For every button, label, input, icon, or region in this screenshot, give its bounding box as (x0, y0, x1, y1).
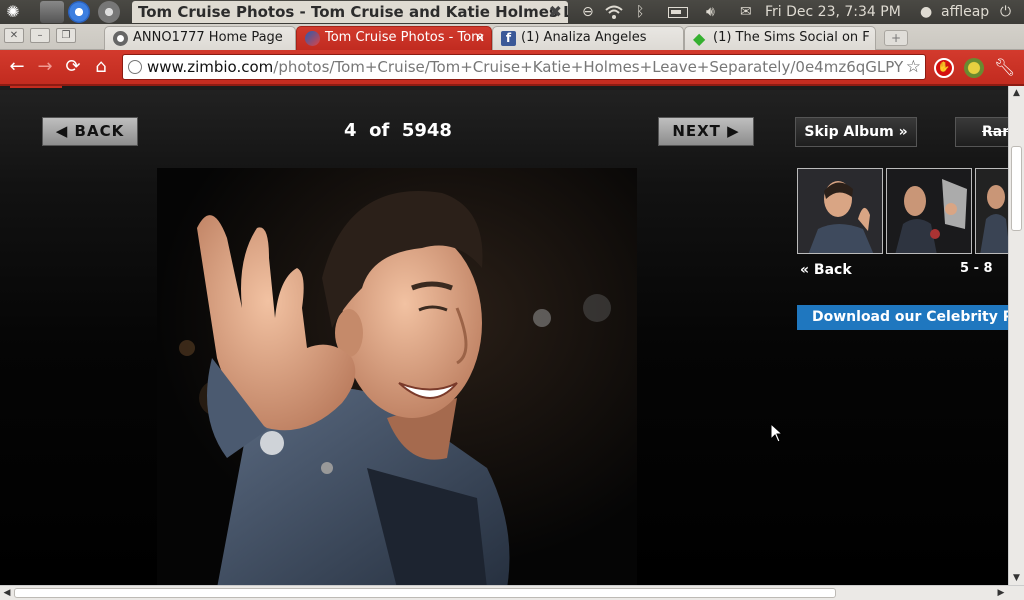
forward-arrow-icon[interactable]: → (34, 56, 56, 78)
thumbnail-photo-6[interactable] (886, 168, 972, 254)
window-minimize-icon[interactable]: – (30, 28, 50, 43)
ubuntu-logo-icon[interactable]: ✺ (2, 1, 24, 23)
zimbio-favicon-icon (305, 31, 320, 46)
tab-label: Tom Cruise Photos - Tom (325, 30, 484, 45)
mouse-pointer-icon (770, 423, 784, 443)
scroll-right-arrow-icon[interactable]: ▶ (994, 586, 1008, 600)
window-maximize-icon[interactable]: ❐ (56, 28, 76, 43)
url-path: /photos/Tom+Cruise/Tom+Cruise+Katie+Holm… (273, 58, 904, 76)
window-title-text: Tom Cruise Photos - Tom Cruise and Katie… (138, 3, 568, 21)
tab-strip: ✕ – ❐ ANNO1777 Home Page Tom Cruise Phot… (0, 24, 1024, 50)
total-photo-count: 5948 (401, 120, 452, 141)
bluetooth-icon[interactable]: ᛒ (636, 0, 644, 24)
horizontal-scroll-thumb[interactable] (14, 588, 836, 598)
scroll-left-arrow-icon[interactable]: ◀ (0, 586, 14, 600)
battery-icon[interactable] (668, 0, 688, 24)
download-celebrity-pictures-banner[interactable]: Download our Celebrity Pictu (797, 305, 1008, 330)
tab-anno1777[interactable]: ANNO1777 Home Page (104, 26, 296, 50)
bookmark-star-icon[interactable]: ☆ (906, 55, 921, 79)
home-icon[interactable]: ⌂ (90, 56, 112, 78)
user-name[interactable]: affleap (941, 0, 989, 24)
tab-label: (1) The Sims Social on F (713, 30, 870, 45)
gallery-back-button[interactable]: ◀ BACK (42, 117, 138, 146)
extension-icon[interactable] (964, 58, 984, 78)
photo-counter: 4 of 5948 (300, 120, 496, 141)
tab-label: ANNO1777 Home Page (133, 30, 283, 45)
tab-label: (1) Analiza Angeles (521, 30, 647, 45)
minus-circle-icon[interactable]: ⊖ (582, 0, 596, 24)
system-launcher-icon[interactable] (98, 1, 120, 23)
current-photo-number: 4 (344, 120, 357, 141)
browser-toolbar: ← → ⟳ ⌂ www.zimbio.com/photos/Tom+Cruise… (0, 50, 1024, 86)
thumbnail-photo-5[interactable] (797, 168, 883, 254)
window-close-icon[interactable]: ✕ (4, 28, 24, 43)
globe-favicon-icon (113, 31, 128, 46)
clock-datetime[interactable]: Fri Dec 23, 7:34 PM (765, 0, 901, 24)
main-photo[interactable] (157, 168, 637, 585)
url-host: www.zimbio.com (147, 58, 274, 76)
gallery-next-button[interactable]: NEXT ▶ (658, 117, 754, 146)
active-window-title: Tom Cruise Photos - Tom Cruise and Katie… (132, 1, 568, 23)
skip-album-button[interactable]: Skip Album » (795, 117, 917, 147)
back-arrow-icon[interactable]: ← (6, 56, 28, 78)
thumbnails-back-link[interactable]: « Back (800, 262, 852, 278)
tab-sims-social[interactable]: ◆ (1) The Sims Social on F (684, 26, 876, 50)
text-editor-launcher-icon[interactable] (40, 1, 64, 23)
page-viewport: ◀ BACK 4 of 5948 NEXT ▶ Skip Album » Ran (0, 86, 1008, 585)
site-header-strip (0, 86, 1008, 90)
wrench-menu-icon[interactable]: 🔧︎ (994, 58, 1016, 78)
vertical-scrollbar[interactable]: ▲ ▼ (1008, 86, 1024, 585)
wifi-icon[interactable] (604, 0, 624, 24)
volume-icon[interactable]: 🔊︎ (706, 0, 715, 24)
reload-icon[interactable]: ⟳ (62, 56, 84, 78)
scroll-up-arrow-icon[interactable]: ▲ (1009, 86, 1024, 100)
vertical-scroll-thumb[interactable] (1011, 146, 1022, 231)
tab-tom-cruise-photos[interactable]: Tom Cruise Photos - Tom ✕ (296, 26, 492, 50)
new-tab-button[interactable]: + (884, 30, 908, 46)
power-icon[interactable]: ⏻ (1000, 0, 1011, 24)
close-icon[interactable]: ✖ (549, 1, 562, 23)
page-info-icon[interactable] (128, 60, 142, 74)
tab-close-icon[interactable]: ✕ (475, 27, 485, 49)
facebook-favicon-icon: f (501, 31, 516, 46)
horizontal-scrollbar[interactable]: ◀ ▶ (0, 585, 1024, 600)
system-top-panel: ✺ Tom Cruise Photos - Tom Cruise and Kat… (0, 0, 1024, 24)
user-status-icon[interactable]: ● (920, 0, 932, 24)
address-bar[interactable]: www.zimbio.com/photos/Tom+Cruise/Tom+Cru… (122, 54, 926, 80)
adblock-extension-icon[interactable]: ✋ (934, 58, 954, 78)
thumbnails-range: 5 - 8 (960, 261, 993, 276)
sims-plumbob-favicon-icon: ◆ (693, 29, 706, 48)
thumbnail-photo-7[interactable] (975, 168, 1008, 254)
scroll-down-arrow-icon[interactable]: ▼ (1009, 571, 1024, 585)
tab-analiza-angeles[interactable]: f (1) Analiza Angeles (492, 26, 684, 50)
chromium-launcher-icon[interactable] (68, 1, 90, 23)
random-button[interactable]: Ran (955, 117, 1008, 147)
mail-icon[interactable]: ✉ (740, 0, 752, 24)
counter-of-label: of (369, 120, 390, 141)
